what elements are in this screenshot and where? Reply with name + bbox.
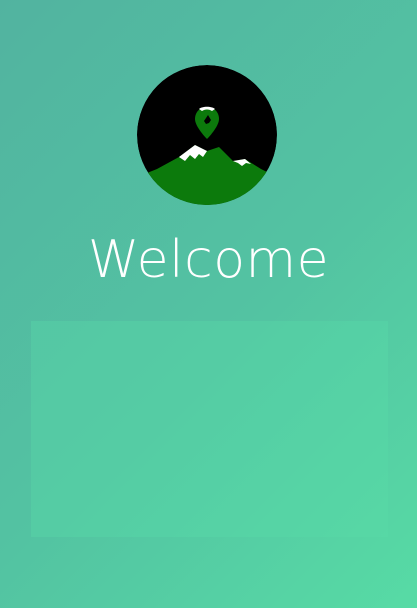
welcome-heading: Welcome xyxy=(87,230,330,290)
content-panel xyxy=(31,321,388,537)
mountain-logo-icon xyxy=(137,65,277,205)
